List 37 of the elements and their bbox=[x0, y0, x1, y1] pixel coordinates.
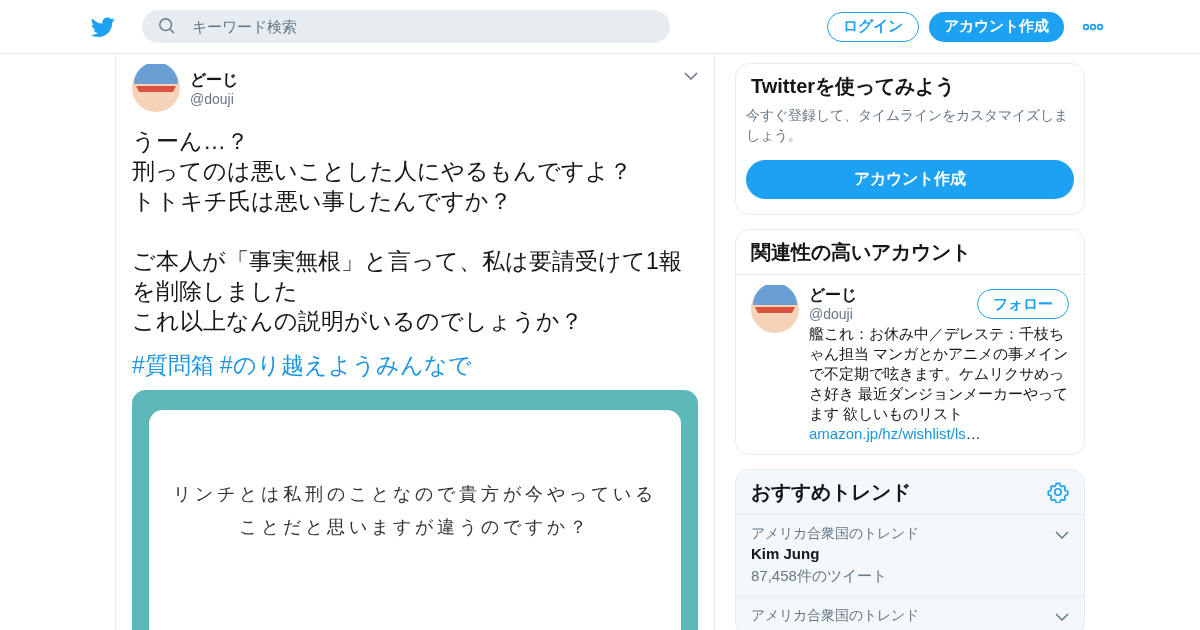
card-text: 今すぐ登録して、タイムラインをカスタマイズしましょう。 bbox=[746, 107, 1069, 145]
chevron-down-icon[interactable] bbox=[1055, 531, 1069, 539]
tweet-text: うーん…？ bbox=[132, 127, 250, 156]
wishlist-link[interactable]: amazon.jp/hz/wishlist/ls bbox=[809, 425, 966, 442]
login-button[interactable]: ログイン bbox=[827, 11, 919, 42]
ellipsis-text: … bbox=[965, 425, 981, 442]
signup-button[interactable]: アカウント作成 bbox=[746, 160, 1074, 199]
tweet-text: ご本人が「事実無根」と言って、私は要請受けて1報を削除しました bbox=[132, 247, 683, 306]
search-icon bbox=[158, 17, 176, 35]
hashtag-link[interactable]: #のり越えようみんなで bbox=[219, 350, 472, 380]
chevron-down-icon[interactable] bbox=[684, 72, 698, 80]
tweet-count: 87,458件のツイート bbox=[751, 566, 887, 586]
card-title: おすすめトレンド bbox=[751, 480, 911, 505]
trend-name[interactable]: Kim Jung bbox=[751, 543, 820, 565]
chevron-down-icon[interactable] bbox=[1055, 613, 1069, 621]
avatar[interactable] bbox=[132, 64, 180, 112]
signup-button[interactable]: アカウント作成 bbox=[929, 11, 1064, 42]
account-handle[interactable]: @douji bbox=[809, 306, 853, 322]
question-card[interactable]: リンチとは私刑のことなので貴方が今やっていることだと思いますが違うのですか？ bbox=[132, 390, 698, 630]
author-name[interactable]: どーじ bbox=[190, 69, 238, 91]
avatar[interactable] bbox=[751, 285, 799, 333]
question-text: リンチとは私刑のことなので貴方が今やっていることだと思いますが違うのですか？ bbox=[172, 483, 658, 539]
hashtag-link[interactable]: #質問箱 bbox=[132, 350, 214, 380]
author-handle[interactable]: @douji bbox=[190, 90, 234, 107]
tweet-text: これ以上なんの説明がいるのでしょうか？ bbox=[132, 307, 584, 336]
tweet-text: 刑ってのは悪いことした人にやるもんですよ？ bbox=[132, 157, 633, 186]
trend-context: アメリカ合衆国のトレンド bbox=[751, 524, 919, 543]
account-bio: 艦これ：お休み中／デレステ：千枝ちゃん担当 マンガとかアニメの事メインで不定期で呟きます。ケムリクサめっさ好き 最近ダンジョンメーカーやってます 欲しいものリスト bbox=[809, 324, 1069, 424]
more-icon[interactable] bbox=[1082, 22, 1104, 31]
tweet-text: トトキチ氏は悪い事したんですか？ bbox=[132, 187, 513, 216]
card-title: Twitterを使ってみよう bbox=[750, 74, 957, 99]
account-name[interactable]: どーじ bbox=[809, 285, 857, 306]
card-title: 関連性の高いアカウント bbox=[736, 230, 1084, 275]
follow-button[interactable]: フォロー bbox=[977, 289, 1069, 319]
settings-icon[interactable] bbox=[1047, 481, 1069, 503]
trend-context: アメリカ合衆国のトレンド bbox=[751, 606, 919, 625]
search-field[interactable]: キーワード検索 bbox=[142, 10, 670, 43]
